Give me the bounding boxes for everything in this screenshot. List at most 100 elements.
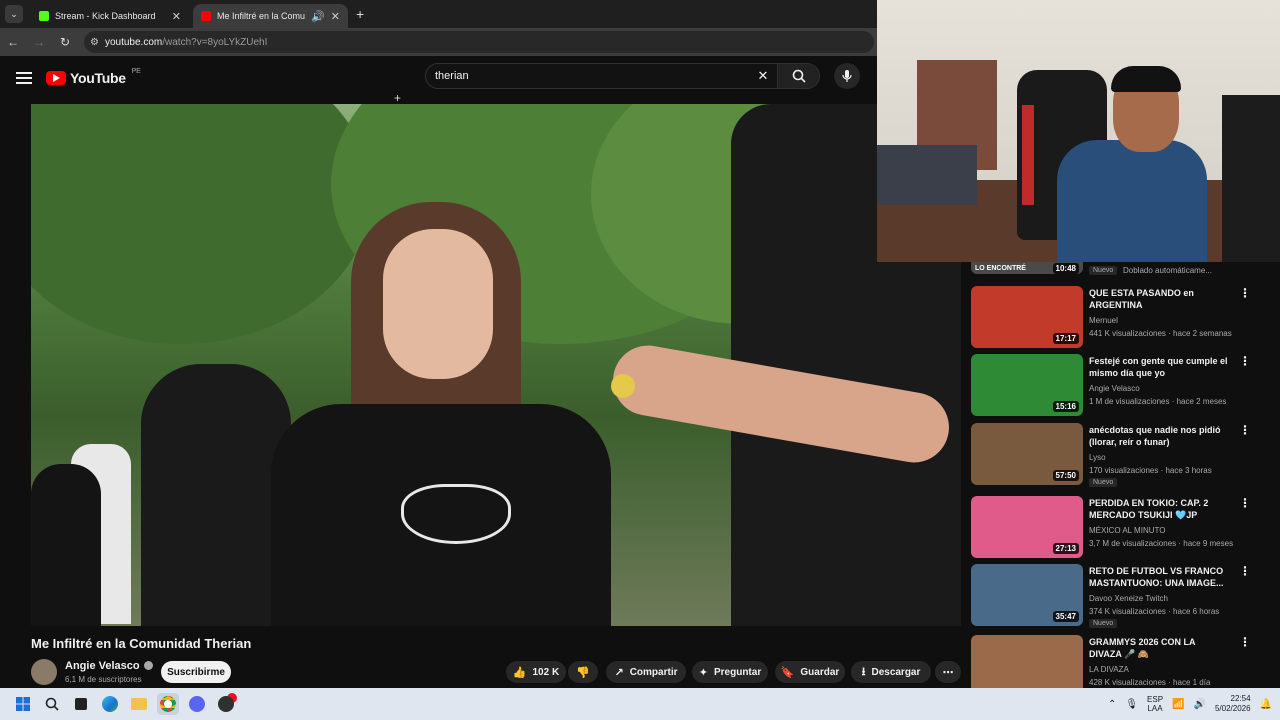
- chevron-up-icon[interactable]: ⌃: [1108, 699, 1116, 710]
- subscriber-count: 6,1 M de suscriptores: [65, 675, 142, 684]
- microphone-icon: [842, 70, 852, 82]
- related-video-item[interactable]: 35:47 RETO DE FUTBOL VS FRANCO MASTANTUO…: [971, 564, 1271, 628]
- dub-label: Doblado automáticame...: [1123, 266, 1212, 275]
- dislike-button[interactable]: 👎: [568, 661, 598, 683]
- subscribe-button[interactable]: Suscribirme: [161, 661, 231, 683]
- duration-badge: 27:13: [1052, 543, 1079, 554]
- related-video-item[interactable]: 57:50 anécdotas que nadie nos pidió (llo…: [971, 423, 1271, 487]
- video-thumbnail: 15:16: [971, 354, 1083, 416]
- notifications-icon[interactable]: 🔔: [1260, 699, 1272, 710]
- search-icon: [792, 69, 806, 83]
- related-video-item[interactable]: 15:16 Festejé con gente que cumple el mi…: [971, 354, 1271, 418]
- related-video-title: anécdotas que nadie nos pidió (llorar, r…: [1089, 425, 1221, 447]
- verified-icon: [143, 660, 153, 670]
- more-vertical-icon[interactable]: ⋮: [1239, 636, 1251, 648]
- more-vertical-icon[interactable]: ⋮: [1239, 287, 1251, 299]
- download-icon: ⭳: [861, 665, 866, 678]
- related-video-meta: 3,7 M de visualizaciones · hace 9 meses: [1089, 539, 1234, 548]
- sparkle-icon: ✦: [698, 666, 708, 679]
- related-video-title: RETO DE FUTBOL VS FRANCO MASTANTUONO: UN…: [1089, 566, 1224, 588]
- volume-icon[interactable]: 🔊: [1194, 699, 1206, 710]
- ask-button[interactable]: ✦ Preguntar: [692, 661, 768, 683]
- search-icon[interactable]: [41, 693, 63, 715]
- video-frame-person: [31, 464, 101, 626]
- related-video-item[interactable]: GRAMMYS 2026 CON LA DIVAZA 🎤 🙈 LA DIVAZA…: [971, 635, 1271, 688]
- like-button[interactable]: 👍 102 K: [506, 661, 566, 683]
- more-actions-button[interactable]: ⋯: [935, 661, 961, 683]
- channel-avatar[interactable]: [31, 659, 57, 685]
- address-bar[interactable]: ⚙ youtube.com/watch?v=8yoLYkZUehI: [84, 31, 874, 53]
- save-button[interactable]: 🔖 Guardar: [775, 661, 845, 683]
- duration-badge: 57:50: [1052, 470, 1079, 481]
- menu-icon[interactable]: [16, 72, 32, 84]
- youtube-play-icon: [46, 71, 66, 85]
- back-icon[interactable]: ←: [0, 35, 26, 49]
- duration-badge: 17:17: [1052, 333, 1079, 344]
- wifi-icon[interactable]: 📶: [1172, 699, 1184, 710]
- browser-toolbar: ← → ↻ ⚙ youtube.com/watch?v=8yoLYkZUehI: [0, 28, 877, 56]
- microphone-icon[interactable]: 🎙: [1125, 699, 1138, 710]
- related-video-meta: 374 K visualizaciones · hace 6 horas: [1089, 607, 1220, 616]
- video-player[interactable]: [31, 104, 961, 626]
- tab-youtube-video[interactable]: Me Infiltré en la Comunidad 🔊 ✕: [193, 4, 348, 28]
- close-tab-icon[interactable]: ✕: [331, 10, 340, 23]
- related-video-item[interactable]: 17:17 QUE ESTA PASANDO en ARGENTINA Mern…: [971, 286, 1271, 350]
- related-video-item[interactable]: 27:13 PERDIDA EN TOKIO: CAP. 2 MERCADO T…: [971, 496, 1271, 560]
- keyboard-layout: LAA: [1147, 704, 1163, 713]
- like-count: 102 K: [532, 666, 560, 678]
- video-frame-shirt-print: [401, 484, 511, 544]
- clear-search-icon[interactable]: ✕: [749, 68, 777, 84]
- webcam-person-shirt: [1057, 140, 1207, 262]
- search-button[interactable]: [777, 64, 819, 88]
- share-label: Compartir: [629, 666, 678, 678]
- video-title: Me Infiltré en la Comunidad Therian: [31, 636, 252, 651]
- edge-browser-icon[interactable]: [99, 693, 121, 715]
- tab-title: Stream - Kick Dashboard: [55, 11, 156, 21]
- share-button[interactable]: ↗ Compartir: [606, 661, 686, 683]
- related-video-channel: Angie Velasco: [1089, 384, 1140, 393]
- tab-title: Me Infiltré en la Comunidad: [217, 11, 306, 21]
- new-tab-button[interactable]: +: [356, 6, 364, 22]
- download-label: Descargar: [871, 666, 921, 678]
- download-button[interactable]: ⭳ Descargar: [851, 661, 931, 683]
- task-view-icon[interactable]: [70, 693, 92, 715]
- more-vertical-icon[interactable]: ⋮: [1239, 497, 1251, 509]
- thumbnail-text: LO ENCONTRÉ: [975, 265, 1026, 272]
- more-vertical-icon[interactable]: ⋮: [1239, 565, 1251, 577]
- search-box[interactable]: therian ✕: [425, 63, 820, 89]
- region-code: PE: [131, 68, 141, 75]
- share-icon: ↗: [614, 666, 624, 679]
- reload-icon[interactable]: ↻: [52, 35, 78, 49]
- search-input[interactable]: therian: [426, 70, 749, 82]
- more-vertical-icon[interactable]: ⋮: [1239, 424, 1251, 436]
- related-video-partial[interactable]: LO ENCONTRÉ 10:48 Nuevo Doblado automáti…: [971, 262, 1271, 280]
- tab-search-button[interactable]: ⌄: [5, 5, 23, 23]
- site-info-icon[interactable]: ⚙: [90, 37, 99, 48]
- obs-icon[interactable]: [215, 693, 237, 715]
- tab-kick-dashboard[interactable]: Stream - Kick Dashboard ✕: [31, 4, 189, 28]
- related-video-channel: MÉXICO AL MINUTO: [1089, 526, 1166, 535]
- speaker-icon[interactable]: 🔊: [311, 10, 325, 23]
- forward-icon[interactable]: →: [26, 35, 52, 49]
- related-video-meta: 428 K visualizaciones · hace 1 día: [1089, 678, 1211, 687]
- webcam-overlay: [877, 0, 1280, 262]
- new-badge: Nuevo: [1089, 266, 1118, 275]
- clock-time: 22:54: [1230, 694, 1251, 703]
- voice-search-button[interactable]: [834, 63, 860, 89]
- chrome-icon[interactable]: [157, 693, 179, 715]
- channel-name[interactable]: Angie Velasco: [65, 660, 153, 672]
- video-thumbnail: 57:50: [971, 423, 1083, 485]
- video-thumbnail: [971, 635, 1083, 688]
- file-explorer-icon[interactable]: [128, 693, 150, 715]
- youtube-logo[interactable]: YouTube PE: [46, 68, 141, 86]
- clock[interactable]: 22:54 5/02/2026: [1215, 694, 1251, 714]
- kick-favicon-icon: [39, 11, 49, 21]
- cursor-crosshair-icon: +: [394, 91, 402, 105]
- windows-start-icon[interactable]: [12, 693, 34, 715]
- close-tab-icon[interactable]: ✕: [172, 10, 181, 23]
- youtube-header: YouTube PE therian ✕: [0, 56, 877, 100]
- more-vertical-icon[interactable]: ⋮: [1239, 355, 1251, 367]
- language-indicator[interactable]: ESP LAA: [1147, 695, 1163, 713]
- discord-icon[interactable]: [186, 693, 208, 715]
- url-host: youtube.com: [104, 36, 163, 48]
